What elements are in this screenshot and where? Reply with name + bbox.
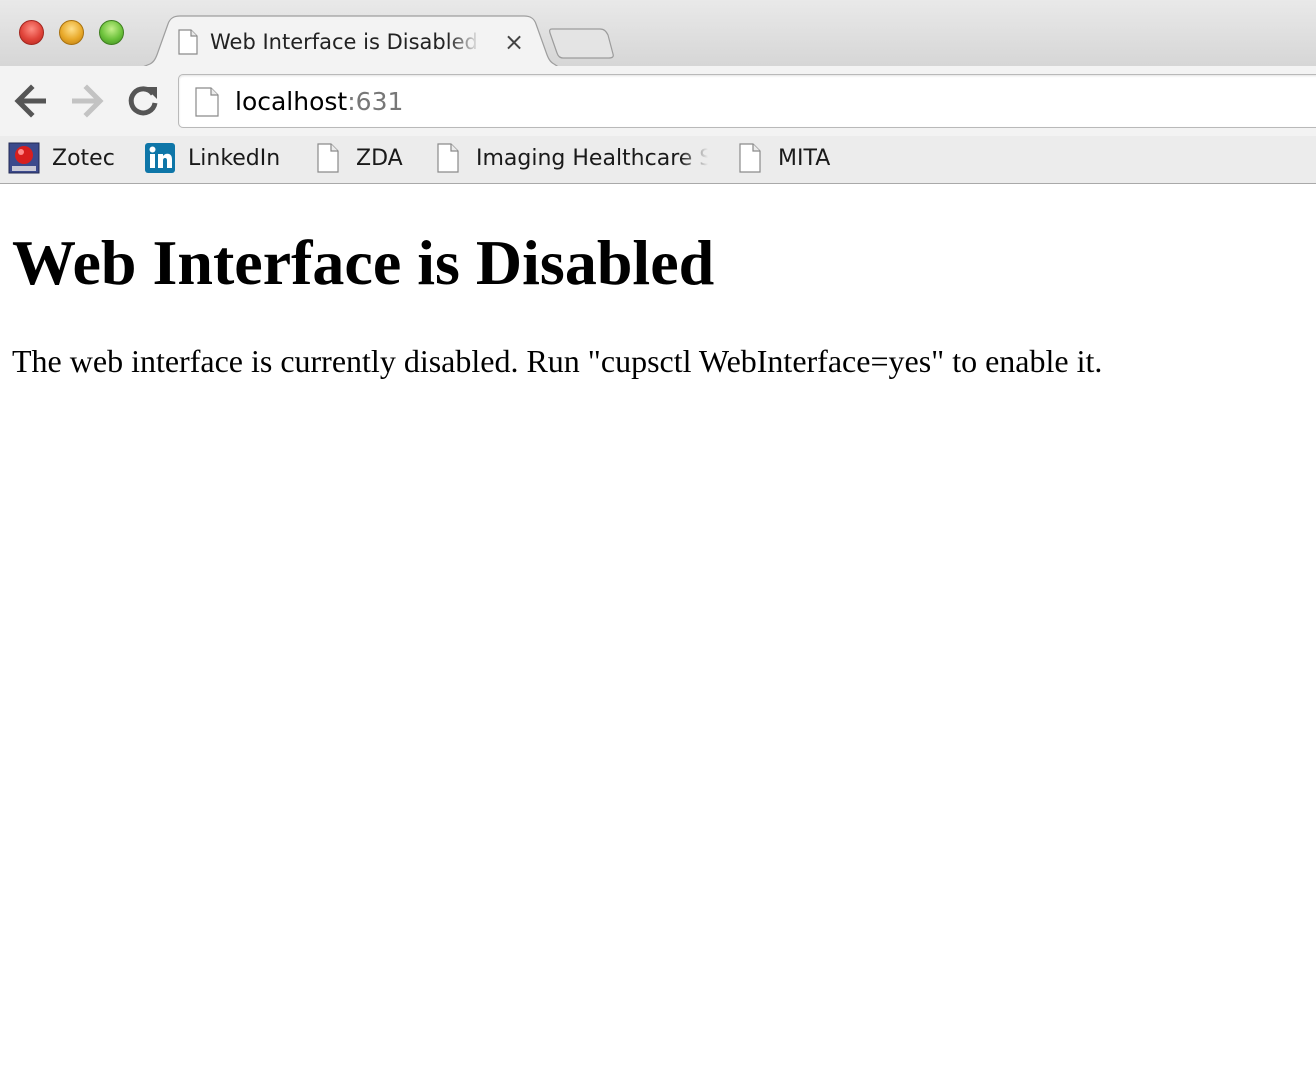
window-minimize-button[interactable]: [59, 20, 84, 45]
page-heading: Web Interface is Disabled: [12, 227, 715, 298]
window-close-button[interactable]: [19, 20, 44, 45]
page-icon: [195, 87, 219, 117]
address-url[interactable]: localhost:631: [235, 85, 403, 119]
back-arrow-icon[interactable]: [13, 83, 49, 119]
tab-title: Web Interface is Disabled - CUPS: [210, 30, 480, 54]
active-tab[interactable]: Web Interface is Disabled - CUPS ×: [140, 14, 560, 68]
bookmark-label: Zotec: [52, 146, 115, 171]
window-zoom-button[interactable]: [99, 20, 124, 45]
bookmark-zotec[interactable]: Zotec: [8, 136, 118, 182]
close-tab-icon[interactable]: ×: [502, 28, 526, 56]
bookmark-label: MITA: [778, 146, 831, 171]
bookmark-linkedin[interactable]: LinkedIn: [144, 136, 288, 182]
bookmark-zda[interactable]: ZDA: [314, 136, 410, 182]
bookmark-label: LinkedIn: [188, 146, 281, 171]
page-icon: [437, 143, 459, 173]
page-icon: [739, 143, 761, 173]
address-bar[interactable]: localhost:631: [178, 74, 1316, 128]
new-tab-button[interactable]: [548, 26, 616, 60]
zotec-favicon-icon: [8, 142, 40, 174]
bookmarks-bar: Zotec LinkedIn ZDA Imaging Healthcare Sp…: [0, 136, 1316, 184]
bookmark-label: ZDA: [356, 146, 403, 171]
bookmark-label: Imaging Healthcare Specialists: [476, 146, 708, 171]
page-icon: [178, 29, 198, 55]
bookmark-mita[interactable]: MITA: [736, 136, 840, 182]
forward-arrow-icon[interactable]: [69, 83, 105, 119]
reload-icon[interactable]: [125, 83, 161, 119]
address-host: localhost: [235, 87, 348, 116]
page-content: Web Interface is Disabled The web interf…: [0, 185, 1316, 1088]
bookmark-imaging-healthcare[interactable]: Imaging Healthcare Specialists: [434, 136, 714, 182]
browser-toolbar: localhost:631: [0, 66, 1316, 136]
page-message: The web interface is currently disabled.…: [12, 343, 1103, 379]
page-icon: [317, 143, 339, 173]
linkedin-icon: [145, 143, 175, 173]
address-port: :631: [347, 87, 404, 116]
tab-strip: Web Interface is Disabled - CUPS ×: [0, 0, 1316, 68]
